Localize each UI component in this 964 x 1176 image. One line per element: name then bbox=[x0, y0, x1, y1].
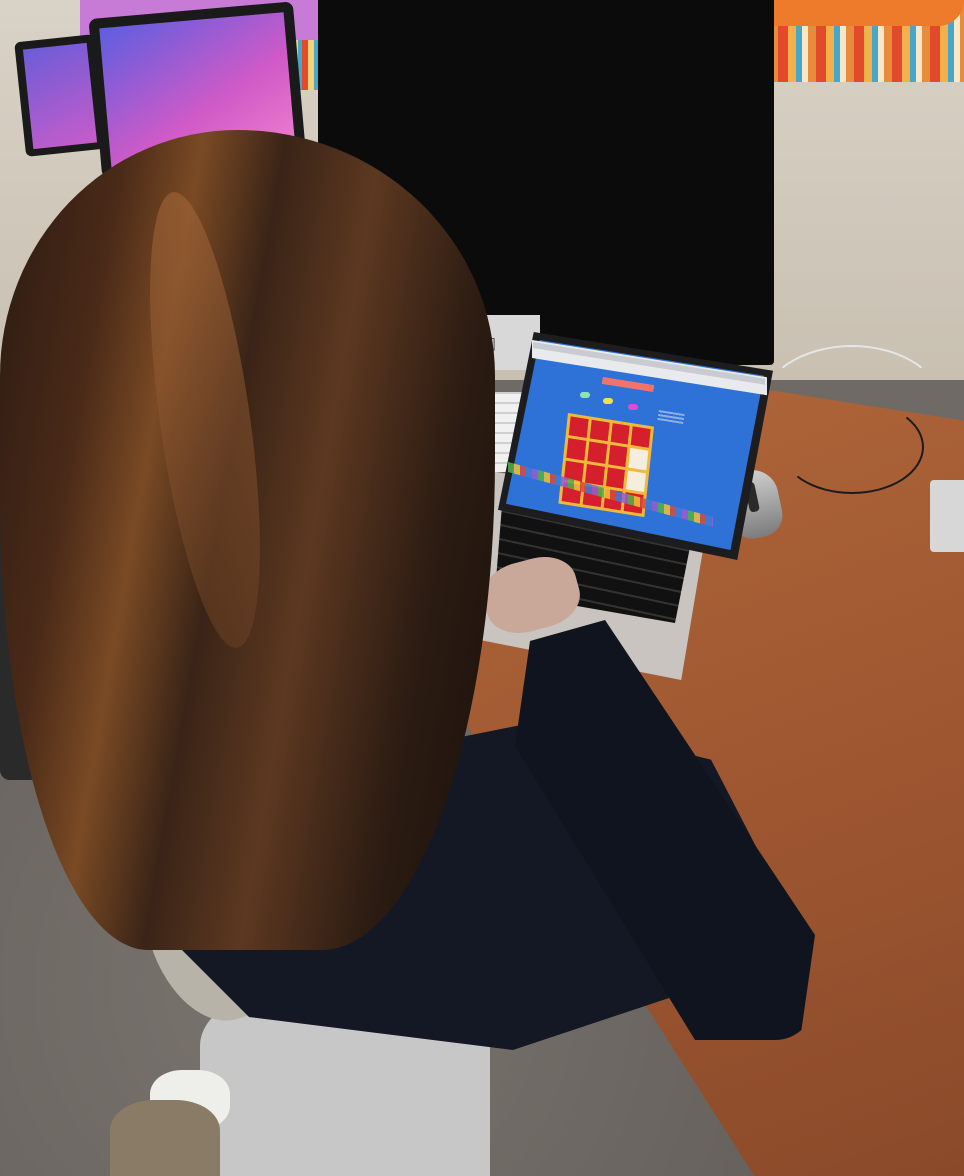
memory-tile[interactable] bbox=[568, 416, 589, 439]
game-button-yellow[interactable] bbox=[603, 398, 613, 404]
memory-tile[interactable] bbox=[605, 466, 626, 489]
memory-tile[interactable] bbox=[628, 448, 649, 470]
memory-tile[interactable] bbox=[630, 426, 651, 449]
memory-tile[interactable] bbox=[610, 422, 630, 445]
side-monitor bbox=[930, 480, 964, 552]
background-tablet-screen bbox=[22, 42, 98, 150]
memory-tile[interactable] bbox=[626, 470, 647, 492]
memory-tile[interactable] bbox=[607, 444, 628, 467]
memory-tile[interactable] bbox=[584, 463, 605, 486]
memory-tile[interactable] bbox=[589, 419, 610, 442]
shoe bbox=[110, 1100, 220, 1176]
game-button-pink[interactable] bbox=[628, 404, 638, 410]
game-button-green[interactable] bbox=[580, 392, 590, 398]
black-cable bbox=[780, 400, 924, 494]
memory-tile[interactable] bbox=[566, 438, 587, 461]
memory-tile[interactable] bbox=[587, 441, 607, 464]
